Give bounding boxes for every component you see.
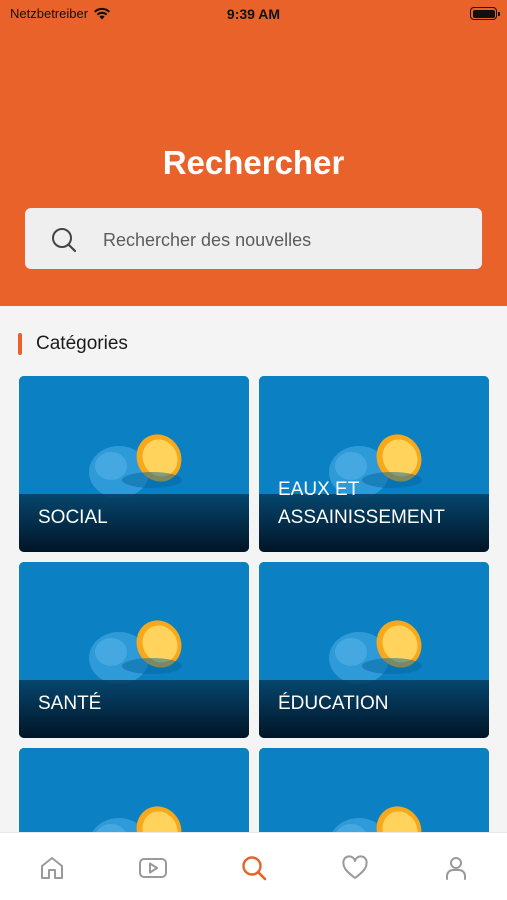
category-label: EAUX ET ASSAINISSEMENT <box>278 479 445 528</box>
header: Netzbetreiber 9:39 AM Rechercher <box>0 0 507 306</box>
category-label: ÉDUCATION <box>278 693 389 714</box>
category-label: SOCIAL <box>38 507 108 528</box>
orange-image <box>259 748 489 832</box>
tab-video[interactable] <box>138 853 168 883</box>
profile-icon <box>446 857 466 880</box>
page-title: Rechercher <box>162 144 345 181</box>
tab-search[interactable] <box>239 853 269 883</box>
category-card-5[interactable] <box>19 748 249 832</box>
search-input[interactable] <box>103 225 463 255</box>
category-label: SANTÉ <box>38 693 102 714</box>
home-icon <box>41 857 63 879</box>
tab-favorites[interactable] <box>340 853 370 883</box>
status-time: 9:39 AM <box>226 6 281 22</box>
tab-bar <box>0 832 507 900</box>
categories-title: Catégories <box>36 333 128 354</box>
category-card-education[interactable]: ÉDUCATION <box>259 562 489 738</box>
search-icon <box>52 228 77 253</box>
category-card-6[interactable] <box>259 748 489 832</box>
orange-image <box>19 748 249 832</box>
search-icon <box>242 856 267 881</box>
categories-grid: SOCIAL EAUX ET ASSAINISSEMENT SANTÉ ÉDUC… <box>19 376 489 832</box>
heart-icon <box>342 855 368 879</box>
section-accent-bar <box>18 333 22 355</box>
categories-heading: Catégories <box>18 332 128 356</box>
tab-profile[interactable] <box>441 853 471 883</box>
video-icon <box>139 858 167 878</box>
category-card-sante[interactable]: SANTÉ <box>19 562 249 738</box>
category-card-social[interactable]: SOCIAL <box>19 376 249 552</box>
category-card-eaux-et-assainissement[interactable]: EAUX ET ASSAINISSEMENT <box>259 376 489 552</box>
status-bar: Netzbetreiber 9:39 AM <box>0 0 507 30</box>
tab-home[interactable] <box>37 853 67 883</box>
battery-icon <box>470 7 500 20</box>
